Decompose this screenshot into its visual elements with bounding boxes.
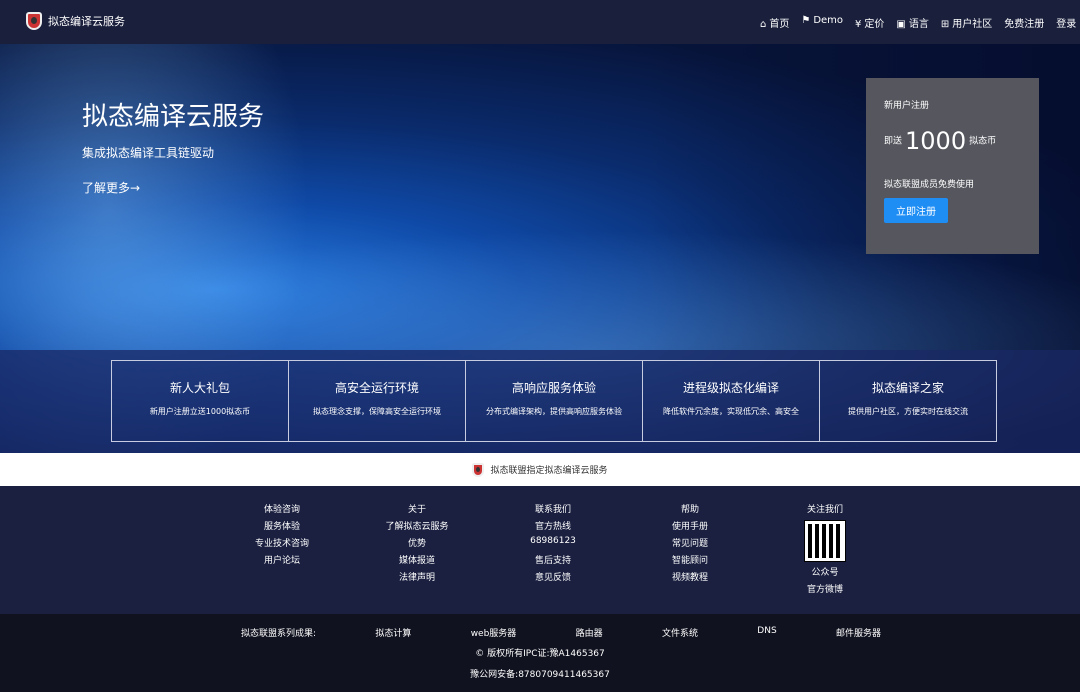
feature-card[interactable]: 高响应服务体验分布式编译架构，提供高响应服务体验 bbox=[466, 361, 643, 441]
footer-col-about: 关于 了解拟态云服务 优势 媒体报道 法律声明 bbox=[377, 502, 457, 587]
copyright: © 版权所有IPC证:豫A1465367 bbox=[475, 649, 605, 659]
shield-logo-icon bbox=[472, 462, 485, 477]
language-icon: ▣ bbox=[896, 19, 906, 30]
bottom-bar: 拟态联盟系列成果: 拟态计算 web服务器 路由器 文件系统 DNS 邮件服务器… bbox=[0, 614, 1080, 692]
footer-col-help: 帮助 使用手册 常见问题 智能顾问 视频教程 bbox=[660, 502, 720, 587]
feature-desc: 分布式编译架构，提供高响应服务体验 bbox=[486, 407, 622, 416]
feature-title: 高响应服务体验 bbox=[511, 381, 596, 395]
series-link[interactable]: 拟态计算 bbox=[375, 626, 411, 639]
brand-logo[interactable]: 拟态编译云服务 bbox=[26, 12, 125, 30]
footer-links: 体验咨询 服务体验 专业技术咨询 用户论坛 关于 了解拟态云服务 优势 媒体报道… bbox=[0, 486, 1080, 614]
brand-name: 拟态编译云服务 bbox=[48, 15, 125, 28]
feature-title: 进程级拟态化编译 bbox=[682, 381, 779, 395]
feature-card[interactable]: 拟态编译之家提供用户社区，方便实时在线交流 bbox=[820, 361, 996, 441]
nav-label: 用户社区 bbox=[952, 19, 993, 30]
feature-card[interactable]: 高安全运行环境拟态理念支撑，保障高安全运行环境 bbox=[289, 361, 466, 441]
nav-label: 定价 bbox=[864, 19, 885, 30]
footer-heading: 关注我们 bbox=[806, 505, 843, 515]
series-links: 拟态联盟系列成果: 拟态计算 web服务器 路由器 文件系统 DNS 邮件服务器 bbox=[241, 626, 881, 639]
alliance-band: 拟态联盟指定拟态编译云服务 bbox=[0, 453, 1080, 486]
footer-link[interactable]: 优势 bbox=[377, 536, 457, 553]
signup-promo-card: 新用户注册 即送 1000 拟态币 拟态联盟成员免费使用 立即注册 bbox=[866, 78, 1039, 254]
nav-register[interactable]: 免费注册 bbox=[1004, 15, 1044, 30]
footer-link[interactable]: 专业技术咨询 bbox=[250, 536, 314, 553]
hero-banner: 拟态编译云服务 集成拟态编译工具链驱动 了解更多→ 新用户注册 即送 1000 拟态… bbox=[0, 44, 1080, 453]
top-nav: 拟态编译云服务 ⌂ 首页 ⚑ Demo ¥ 定价 ▣ 语言 ⊞ 用户社区 免费注册 登录 bbox=[0, 0, 1080, 44]
promo-amount: 1000 bbox=[905, 127, 967, 155]
series-link[interactable]: 邮件服务器 bbox=[836, 626, 881, 639]
register-now-button[interactable]: 立即注册 bbox=[884, 198, 948, 223]
feature-desc: 新用户注册立送1000拟态币 bbox=[149, 407, 251, 416]
series-link[interactable]: DNS bbox=[757, 626, 776, 639]
footer-link[interactable]: 用户论坛 bbox=[250, 553, 314, 570]
footer-link[interactable]: 体验咨询 bbox=[250, 502, 314, 519]
footer-link[interactable]: 服务体验 bbox=[250, 519, 314, 536]
nav-label: 首页 bbox=[769, 19, 790, 30]
wechat-label: 公众号 bbox=[811, 568, 839, 578]
feature-desc: 降低软件冗余度，实现低冗余、高安全 bbox=[663, 407, 799, 416]
footer-link[interactable]: 法律声明 bbox=[377, 570, 457, 587]
series-link[interactable]: 文件系统 bbox=[662, 626, 698, 639]
promo-prefix: 即送 bbox=[884, 136, 903, 147]
footer-col-consult: 体验咨询 服务体验 专业技术咨询 用户论坛 bbox=[250, 502, 314, 570]
feature-desc: 拟态理念支撑，保障高安全运行环境 bbox=[313, 407, 441, 416]
footer-link[interactable]: 媒体报道 bbox=[377, 553, 457, 570]
nav-home[interactable]: ⌂ 首页 bbox=[760, 15, 789, 30]
promo-heading: 新用户注册 bbox=[884, 101, 930, 111]
features-strip: 新人大礼包新用户注册立送1000拟态币 高安全运行环境拟态理念支撑，保障高安全运… bbox=[0, 350, 1080, 453]
feature-title: 高安全运行环境 bbox=[334, 381, 419, 395]
footer-heading: 联系我们 bbox=[534, 505, 571, 515]
feature-card[interactable]: 进程级拟态化编译降低软件冗余度，实现低冗余、高安全 bbox=[643, 361, 820, 441]
yen-icon: ¥ bbox=[855, 19, 862, 30]
feature-card[interactable]: 新人大礼包新用户注册立送1000拟态币 bbox=[112, 361, 289, 441]
community-icon: ⊞ bbox=[940, 19, 950, 30]
footer-link[interactable]: 常见问题 bbox=[660, 536, 720, 553]
feature-title: 拟态编译之家 bbox=[871, 381, 944, 395]
footer-heading: 关于 bbox=[407, 505, 426, 515]
footer-col-contact: 联系我们 官方热线 68986123 售后支持 意见反馈 bbox=[523, 502, 583, 587]
home-icon: ⌂ bbox=[760, 19, 767, 30]
nav-menu: ⌂ 首页 ⚑ Demo ¥ 定价 ▣ 语言 ⊞ 用户社区 免费注册 登录 bbox=[760, 15, 1076, 30]
series-link[interactable]: web服务器 bbox=[471, 626, 517, 639]
footer-link[interactable]: 智能顾问 bbox=[660, 553, 720, 570]
footer-link[interactable]: 官方热线 bbox=[523, 519, 583, 536]
footer-link[interactable]: 使用手册 bbox=[660, 519, 720, 536]
weibo-link[interactable]: 官方微博 bbox=[795, 582, 855, 599]
footer-heading: 帮助 bbox=[680, 505, 699, 515]
learn-more-link[interactable]: 了解更多→ bbox=[82, 179, 140, 196]
nav-demo[interactable]: ⚑ Demo bbox=[801, 15, 843, 30]
hero-title: 拟态编译云服务 bbox=[82, 102, 265, 132]
hero-subtitle: 集成拟态编译工具链驱动 bbox=[82, 146, 215, 160]
shield-logo-icon bbox=[26, 12, 42, 30]
nav-login[interactable]: 登录 bbox=[1056, 15, 1076, 30]
footer-link[interactable]: 售后支持 bbox=[523, 553, 583, 570]
promo-note: 拟态联盟成员免费使用 bbox=[884, 180, 975, 190]
feature-title: 新人大礼包 bbox=[169, 381, 230, 395]
footer-col-follow: 关注我们 公众号 官方微博 bbox=[795, 502, 855, 599]
alliance-text: 拟态联盟指定拟态编译云服务 bbox=[490, 466, 608, 476]
nav-label: Demo bbox=[813, 15, 844, 26]
footer-link[interactable]: 意见反馈 bbox=[523, 570, 583, 587]
flag-icon: ⚑ bbox=[801, 15, 811, 26]
feature-desc: 提供用户社区，方便实时在线交流 bbox=[848, 407, 968, 416]
footer-link[interactable]: 了解拟态云服务 bbox=[377, 519, 457, 536]
series-link[interactable]: 路由器 bbox=[576, 626, 603, 639]
nav-pricing[interactable]: ¥ 定价 bbox=[855, 15, 884, 30]
hotline-number: 68986123 bbox=[530, 536, 576, 546]
footer-link[interactable]: 视频教程 bbox=[660, 570, 720, 587]
qr-code-icon bbox=[804, 520, 846, 562]
nav-label: 语言 bbox=[908, 19, 929, 30]
nav-language[interactable]: ▣ 语言 bbox=[896, 15, 928, 30]
promo-suffix: 拟态币 bbox=[969, 136, 997, 147]
series-label: 拟态联盟系列成果: bbox=[241, 629, 317, 639]
icp-record: 豫公网安备:8780709411465367 bbox=[470, 670, 610, 680]
nav-community[interactable]: ⊞ 用户社区 bbox=[941, 15, 992, 30]
